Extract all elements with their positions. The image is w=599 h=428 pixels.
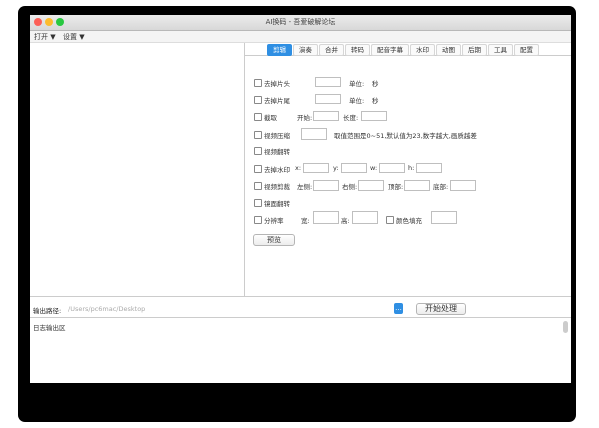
mirror-checkbox[interactable] xyxy=(254,199,262,207)
y-input[interactable] xyxy=(341,163,367,173)
tab-dubbing[interactable]: 配音字幕 xyxy=(371,44,409,56)
rotate-label: 视频翻转 xyxy=(264,148,290,156)
trim-head-checkbox[interactable] xyxy=(254,79,262,87)
y-label: y: xyxy=(333,164,339,172)
tab-config[interactable]: 配置 xyxy=(514,44,539,56)
cut-checkbox[interactable] xyxy=(254,113,262,121)
tab-transcode[interactable]: 转码 xyxy=(345,44,370,56)
start-processing-button[interactable]: 开始处理 xyxy=(416,303,466,315)
mirror-label: 镜面翻转 xyxy=(264,200,290,208)
x-input[interactable] xyxy=(303,163,329,173)
crop-top-input[interactable] xyxy=(404,180,430,191)
preview-button[interactable]: 预览 xyxy=(253,234,295,246)
remove-watermark-label: 去掉水印 xyxy=(264,166,290,174)
crop-top-label: 顶部: xyxy=(388,183,404,191)
unit-label: 单位: xyxy=(349,97,365,105)
file-list-pane[interactable] xyxy=(30,43,245,296)
window-title: AI换码 - 吾爱破解论坛 xyxy=(265,18,336,26)
width-input[interactable] xyxy=(313,211,339,224)
tab-bar: 剪辑 演奏 合并 转码 配音字幕 水印 动图 后期 工具 配置 xyxy=(267,44,540,56)
compress-input[interactable] xyxy=(301,128,327,140)
crop-right-input[interactable] xyxy=(358,180,384,191)
menu-bar: 打开 ▼ 设置 ▼ xyxy=(30,31,571,43)
crop-bottom-input[interactable] xyxy=(450,180,476,191)
crop-checkbox[interactable] xyxy=(254,182,262,190)
log-output-area[interactable]: 日志输出区 xyxy=(30,317,571,383)
crop-left-label: 左侧: xyxy=(297,183,313,191)
output-path-label: 输出路径: xyxy=(33,307,62,315)
unit-label: 单位: xyxy=(349,80,365,88)
fill-color-label: 颜色填充 xyxy=(396,217,422,225)
resolution-label: 分辨率 xyxy=(264,217,284,225)
start-input[interactable] xyxy=(313,111,339,121)
x-label: x: xyxy=(295,164,302,172)
edit-panel: 剪辑 演奏 合并 转码 配音字幕 水印 动图 后期 工具 配置 去掉片头 单位:… xyxy=(245,43,571,296)
tab-post[interactable]: 后期 xyxy=(462,44,487,56)
tab-merge[interactable]: 合并 xyxy=(319,44,344,56)
trim-tail-checkbox[interactable] xyxy=(254,96,262,104)
log-output-label: 日志输出区 xyxy=(33,324,66,332)
tab-play[interactable]: 演奏 xyxy=(293,44,318,56)
unit-value: 秒 xyxy=(372,97,379,105)
tab-watermark[interactable]: 水印 xyxy=(410,44,435,56)
trim-tail-input[interactable] xyxy=(315,94,341,104)
output-path-input[interactable]: /Users/pc6mac/Desktop xyxy=(68,305,388,313)
open-menu[interactable]: 打开 ▼ xyxy=(34,32,56,42)
h-label: h: xyxy=(408,164,415,172)
crop-bottom-label: 底部: xyxy=(433,183,449,191)
h-input[interactable] xyxy=(416,163,442,173)
trim-head-label: 去掉片头 xyxy=(264,80,290,88)
w-label: w: xyxy=(370,164,378,172)
pane-divider xyxy=(30,296,571,297)
title-bar: AI换码 - 吾爱破解论坛 xyxy=(30,15,571,31)
output-row: 输出路径: /Users/pc6mac/Desktop ... 开始处理 xyxy=(30,302,571,316)
height-input[interactable] xyxy=(352,211,378,224)
cut-label: 截取 xyxy=(264,114,277,122)
length-label: 长度: xyxy=(343,114,359,122)
settings-menu[interactable]: 设置 ▼ xyxy=(63,32,85,42)
compress-hint: 取值范围是0~51,默认值为23,数字越大,画质越差 xyxy=(334,132,477,140)
start-label: 开始: xyxy=(297,114,313,122)
compress-checkbox[interactable] xyxy=(254,131,262,139)
rotate-checkbox[interactable] xyxy=(254,147,262,155)
browse-button[interactable]: ... xyxy=(394,303,403,314)
trim-head-input[interactable] xyxy=(315,77,341,87)
tab-tools[interactable]: 工具 xyxy=(488,44,513,56)
trim-tail-label: 去掉片尾 xyxy=(264,97,290,105)
w-input[interactable] xyxy=(379,163,405,173)
tab-clip[interactable]: 剪辑 xyxy=(267,44,292,56)
unit-value: 秒 xyxy=(372,80,379,88)
crop-left-input[interactable] xyxy=(313,180,339,191)
fill-color-checkbox[interactable] xyxy=(386,216,394,224)
crop-right-label: 右侧: xyxy=(342,183,358,191)
remove-watermark-checkbox[interactable] xyxy=(254,165,262,173)
log-scrollbar[interactable] xyxy=(563,321,568,333)
fill-color-input[interactable] xyxy=(431,211,457,224)
compress-label: 视频压缩 xyxy=(264,132,290,140)
resolution-checkbox[interactable] xyxy=(254,216,262,224)
app-window: AI换码 - 吾爱破解论坛 打开 ▼ 设置 ▼ 剪辑 演奏 合并 转码 配音字幕… xyxy=(30,15,571,383)
crop-label: 视频剪裁 xyxy=(264,183,290,191)
height-label: 高: xyxy=(341,217,350,225)
length-input[interactable] xyxy=(361,111,387,121)
width-label: 宽: xyxy=(301,217,310,225)
tab-gif[interactable]: 动图 xyxy=(436,44,461,56)
